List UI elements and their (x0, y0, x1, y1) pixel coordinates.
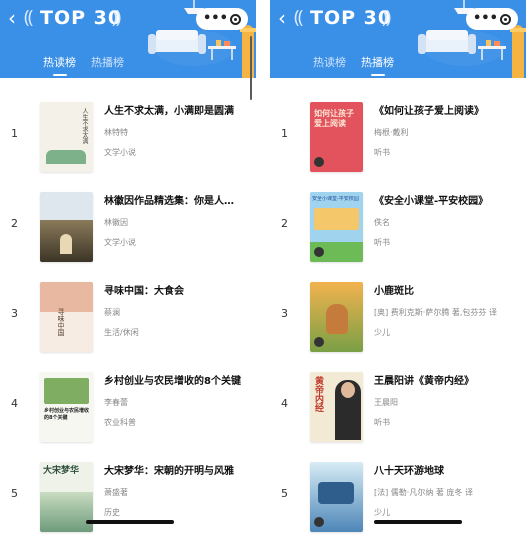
cover-title: 安全小课堂-平安校园 (312, 196, 359, 202)
rank-number: 4 (281, 397, 288, 410)
cover-title: 人生不求太满 (81, 108, 88, 144)
more-icon[interactable]: ••• (473, 8, 498, 30)
book-category: 文学小说 (104, 238, 136, 247)
book-cover[interactable] (40, 192, 93, 262)
header: ‹ ⸨ TOP 30 ⸩ ••• 热读榜 热播榜 (0, 0, 256, 78)
cover-title: 如何让孩子爱上阅读 (314, 108, 354, 128)
book-title: 大宋梦华：宋朝的开明与风雅 (104, 466, 234, 477)
left-screen: ‹ ⸨ TOP 30 ⸩ ••• 热读榜 热播榜 1 人生不求太满 人生不求太满… (0, 0, 256, 540)
book-title: 《安全小课堂-平安校园》 (374, 196, 489, 207)
book-title: 人生不求太满，小满即是圆满 (104, 106, 234, 117)
list-item[interactable]: 4 乡村创业与农民增收的8个关键 乡村创业与农民增收的8个关键 李春蕾 农业科普 (0, 366, 256, 456)
rank-number: 2 (281, 217, 288, 230)
tab-hot-listen[interactable]: 热播榜 (91, 56, 124, 70)
more-icon[interactable]: ••• (203, 8, 228, 30)
book-category: 生活/休闲 (104, 328, 139, 337)
panel-divider (256, 0, 270, 540)
book-cover[interactable]: 安全小课堂-平安校园 (310, 192, 363, 262)
list-item[interactable]: 3 小鹿斑比 [奥] 费利克斯·萨尔腾 著,包芬芬 译 少儿 (270, 276, 526, 366)
page-title: TOP 30 (310, 7, 393, 29)
book-title: 林徽因作品精选集：你是人… (104, 196, 234, 207)
book-category: 听书 (374, 418, 390, 427)
book-author: [法] 儒勒·凡尔纳 著 庞冬 译 (374, 488, 473, 497)
book-category: 听书 (374, 148, 390, 157)
list-item[interactable]: 1 人生不求太满 人生不求太满，小满即是圆满 林特特 文学小说 (0, 96, 256, 186)
rank-number: 4 (11, 397, 18, 410)
book-title: 寻味中国：大食会 (104, 286, 184, 297)
book-title: 八十天环游地球 (374, 466, 444, 477)
book-cover[interactable] (310, 462, 363, 532)
tab-hot-listen[interactable]: 热播榜 (361, 56, 394, 76)
rank-number: 2 (11, 217, 18, 230)
tab-hot-read[interactable]: 热读榜 (313, 56, 346, 70)
book-category: 少儿 (374, 328, 390, 337)
rank-number: 5 (281, 487, 288, 500)
back-button[interactable]: ‹ (278, 6, 286, 30)
laurel-right-icon: ⸩ (382, 7, 392, 28)
right-screen: ‹ ⸨ TOP 30 ⸩ ••• 热读榜 热播榜 1 如何让孩子爱上阅读 《如何… (270, 0, 526, 540)
book-cover[interactable]: 黄帝内经 (310, 372, 363, 442)
cover-title: 寻味中国 (57, 308, 65, 336)
page-title: TOP 30 (40, 7, 123, 29)
close-target-icon[interactable] (500, 13, 511, 25)
book-author: 佚名 (374, 218, 390, 227)
tab-hot-read[interactable]: 热读榜 (43, 56, 76, 76)
book-category: 少儿 (374, 508, 390, 517)
home-indicator[interactable] (86, 520, 174, 524)
list-item[interactable]: 2 安全小课堂-平安校园 《安全小课堂-平安校园》 佚名 听书 (270, 186, 526, 276)
book-category: 农业科普 (104, 418, 136, 427)
book-cover[interactable]: 如何让孩子爱上阅读 (310, 102, 363, 172)
book-cover[interactable]: 乡村创业与农民增收的8个关键 (40, 372, 93, 442)
cover-title: 大宋梦华 (43, 466, 80, 476)
back-button[interactable]: ‹ (8, 6, 16, 30)
book-author: 王晨阳 (374, 398, 398, 407)
rank-number: 3 (281, 307, 288, 320)
book-author: 林特特 (104, 128, 128, 137)
rank-number: 1 (281, 127, 288, 140)
list-item[interactable]: 4 黄帝内经 王晨阳讲《黄帝内经》 王晨阳 听书 (270, 366, 526, 456)
book-cover[interactable]: 人生不求太满 (40, 102, 93, 172)
book-title: 《如何让孩子爱上阅读》 (374, 106, 484, 117)
book-category: 听书 (374, 238, 390, 247)
list-item[interactable]: 2 林徽因作品精选集：你是人… 林徽因 文学小说 (0, 186, 256, 276)
book-title: 乡村创业与农民增收的8个关键 (104, 376, 241, 387)
rank-number: 5 (11, 487, 18, 500)
book-author: 李春蕾 (104, 398, 128, 407)
home-indicator[interactable] (374, 520, 462, 524)
ranking-list: 1 人生不求太满 人生不求太满，小满即是圆满 林特特 文学小说 2 林徽因作品精… (0, 78, 256, 540)
rank-number: 3 (11, 307, 18, 320)
miniprogram-capsule: ••• (466, 8, 518, 30)
miniprogram-capsule: ••• (196, 8, 248, 30)
book-author: [奥] 费利克斯·萨尔腾 著,包芬芬 译 (374, 308, 497, 317)
book-author: 林徽因 (104, 218, 128, 227)
book-cover[interactable]: 寻味中国 (40, 282, 93, 352)
book-cover[interactable] (310, 282, 363, 352)
list-item[interactable]: 3 寻味中国 寻味中国：大食会 蔡澜 生活/休闲 (0, 276, 256, 366)
book-category: 历史 (104, 508, 120, 517)
rank-number: 1 (11, 127, 18, 140)
book-category: 文学小说 (104, 148, 136, 157)
book-title: 王晨阳讲《黄帝内经》 (374, 376, 474, 387)
book-author: 萧盛著 (104, 488, 128, 497)
list-item[interactable]: 5 八十天环游地球 [法] 儒勒·凡尔纳 著 庞冬 译 少儿 (270, 456, 526, 540)
laurel-left-icon: ⸨ (24, 7, 34, 28)
book-author: 蔡澜 (104, 308, 120, 317)
list-item[interactable]: 5 大宋梦华 大宋梦华：宋朝的开明与风雅 萧盛著 历史 (0, 456, 256, 540)
cover-title: 黄帝内经 (313, 376, 323, 412)
book-author: 梅根·戴利 (374, 128, 409, 137)
book-title: 小鹿斑比 (374, 286, 414, 297)
laurel-left-icon: ⸨ (294, 7, 304, 28)
ranking-list: 1 如何让孩子爱上阅读 《如何让孩子爱上阅读》 梅根·戴利 听书 2 安全小课堂… (270, 78, 526, 540)
list-item[interactable]: 1 如何让孩子爱上阅读 《如何让孩子爱上阅读》 梅根·戴利 听书 (270, 96, 526, 186)
close-target-icon[interactable] (230, 13, 241, 25)
header: ‹ ⸨ TOP 30 ⸩ ••• 热读榜 热播榜 (270, 0, 526, 78)
cover-title: 乡村创业与农民增收的8个关键 (44, 408, 90, 421)
laurel-right-icon: ⸩ (112, 7, 122, 28)
